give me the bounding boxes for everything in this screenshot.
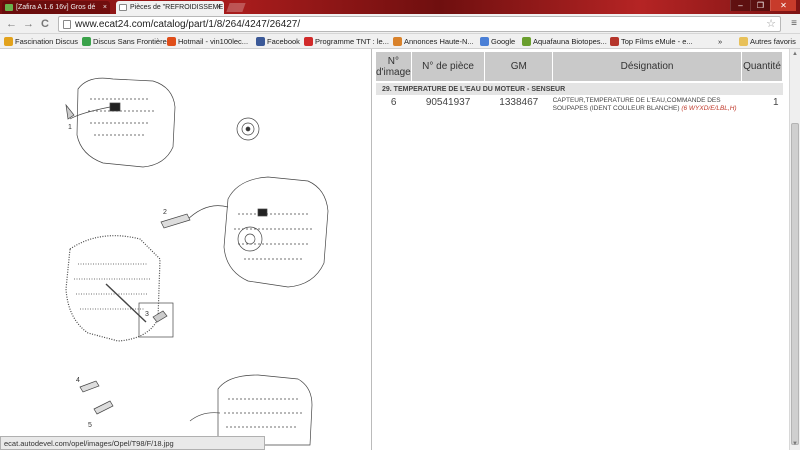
header-part-number: N° de pièce (411, 52, 486, 82)
bookmark-item[interactable]: Hotmail - vin100lec... (167, 36, 248, 47)
diagram-label-3: 3 (145, 311, 149, 318)
folder-icon (739, 37, 748, 46)
table-row[interactable]: 6 90541937 1338467 CAPTEUR,TEMPERATURE D… (376, 95, 783, 113)
header-image-number: N° d'image (376, 52, 412, 82)
header-quantity: Quantité (741, 52, 783, 82)
bookmark-item[interactable]: Fascination Discus (4, 36, 78, 47)
maximize-button[interactable]: ❐ (750, 0, 770, 11)
engine-diagram-image (65, 77, 329, 446)
vertical-scrollbar[interactable]: ▲ ▼ (789, 49, 800, 450)
parts-table-panel: N° d'image N° de pièce GM Désignation Qu… (374, 49, 784, 450)
diagram-label-4: 4 (76, 377, 80, 384)
address-bar[interactable]: www.ecat24.com/catalog/part/1/8/264/4247… (58, 16, 781, 32)
section-title: 29. TEMPERATURE DE L'EAU DU MOTEUR - SEN… (376, 81, 783, 95)
back-button[interactable]: ← (6, 17, 17, 31)
bookmark-icon (393, 37, 402, 46)
close-tab-icon[interactable]: × (103, 1, 107, 14)
section-row: 29. TEMPERATURE DE L'EAU DU MOTEUR - SEN… (376, 81, 783, 95)
bookmark-icon (304, 37, 313, 46)
tab-forum[interactable]: [Zafira A 1.6 16v] Gros dé × (2, 1, 110, 14)
bookmark-label: Facebook (267, 37, 300, 46)
bookmark-label: Aquafauna Biotopes... (533, 37, 607, 46)
bookmark-icon (167, 37, 176, 46)
title-bar: [Zafira A 1.6 16v] Gros dé × Pièces de "… (0, 0, 800, 14)
tab-label: Pièces de "REFROIDISSEME (130, 4, 224, 11)
bookmark-label: Discus Sans Frontières (93, 37, 171, 46)
bookmark-label: Google (491, 37, 516, 46)
bookmark-star-icon[interactable]: ☆ (766, 17, 776, 31)
scroll-up-icon[interactable]: ▲ (792, 51, 798, 57)
status-bar-url: ecat.autodevel.com/opel/images/Opel/T98/… (0, 436, 265, 450)
bookmark-label: Programme TNT : le... (315, 37, 389, 46)
cell-image-number: 6 (390, 97, 397, 108)
reload-button[interactable]: C (41, 17, 49, 31)
forward-button[interactable]: → (23, 17, 34, 31)
bookmark-icon (522, 37, 531, 46)
other-bookmarks-label: Autres favoris (750, 37, 796, 46)
page-favicon-icon (119, 4, 127, 11)
bookmark-item[interactable]: Programme TNT : le... (304, 36, 389, 47)
menu-icon[interactable]: ≡ (791, 17, 797, 31)
table-header-row: N° d'image N° de pièce GM Désignation Qu… (376, 52, 783, 82)
bookmark-item[interactable]: Annonces Haute-N... (393, 36, 474, 47)
header-designation: Désignation (552, 52, 742, 82)
tab-label: [Zafira A 1.6 16v] Gros dé (16, 4, 96, 11)
bookmark-icon (82, 37, 91, 46)
bookmark-item[interactable]: Facebook (256, 36, 300, 47)
url-text: www.ecat24.com/catalog/part/1/8/264/4247… (75, 19, 301, 30)
cell-designation: CAPTEUR,TEMPERATURE DE L'EAU,COMMANDE DE… (553, 95, 742, 113)
bookmark-icon (256, 37, 265, 46)
bookmark-item[interactable]: Top Films eMule - e... (610, 36, 693, 47)
diagram-label-1: 1 (68, 124, 72, 131)
browser-toolbar: ← → C www.ecat24.com/catalog/part/1/8/26… (0, 14, 800, 34)
close-window-button[interactable]: ✕ (770, 0, 796, 11)
cell-quantity: 1 (772, 97, 779, 108)
window-controls: – ❐ ✕ (730, 0, 796, 11)
bookmark-icon (610, 37, 619, 46)
page-content: 1 2 3 4 5 N° d'image N° de pièce GM Dési… (0, 49, 800, 450)
new-tab-button[interactable] (226, 3, 246, 12)
tab-catalog[interactable]: Pièces de "REFROIDISSEME × (116, 1, 224, 14)
diagram-label-2: 2 (163, 209, 167, 216)
bookmark-label: Hotmail - vin100lec... (178, 37, 249, 46)
header-gm: GM (484, 52, 554, 82)
bookmark-label: Top Films eMule - e... (621, 37, 693, 46)
bookmark-icon (480, 37, 489, 46)
cell-part-number[interactable]: 90541937 (411, 95, 485, 113)
other-bookmarks-folder[interactable]: Autres favoris (739, 36, 796, 47)
parts-diagram[interactable]: 1 2 3 4 5 (18, 49, 372, 450)
bookmark-label: Annonces Haute-N... (404, 37, 474, 46)
bookmark-item[interactable]: Aquafauna Biotopes... (522, 36, 607, 47)
bookmarks-bar: Fascination Discus Discus Sans Frontière… (0, 34, 800, 49)
minimize-button[interactable]: – (730, 0, 750, 11)
page-icon (63, 20, 71, 29)
scroll-down-icon[interactable]: ▼ (792, 441, 798, 447)
bookmark-label: Fascination Discus (15, 37, 78, 46)
designation-ref: (6 WYXD/E/LBL,H) (681, 105, 737, 112)
bookmark-icon (4, 37, 13, 46)
parts-table: N° d'image N° de pièce GM Désignation Qu… (376, 52, 783, 113)
diagram-label-5: 5 (88, 422, 92, 429)
scrollbar-thumb[interactable] (791, 123, 799, 445)
bookmark-item[interactable]: Google (480, 36, 515, 47)
forum-favicon-icon (5, 4, 13, 11)
bookmarks-overflow-button[interactable]: » (718, 36, 722, 47)
cell-gm: 1338467 (499, 97, 539, 108)
close-tab-icon[interactable]: × (217, 1, 221, 14)
bookmark-item[interactable]: Discus Sans Frontières (82, 36, 171, 47)
